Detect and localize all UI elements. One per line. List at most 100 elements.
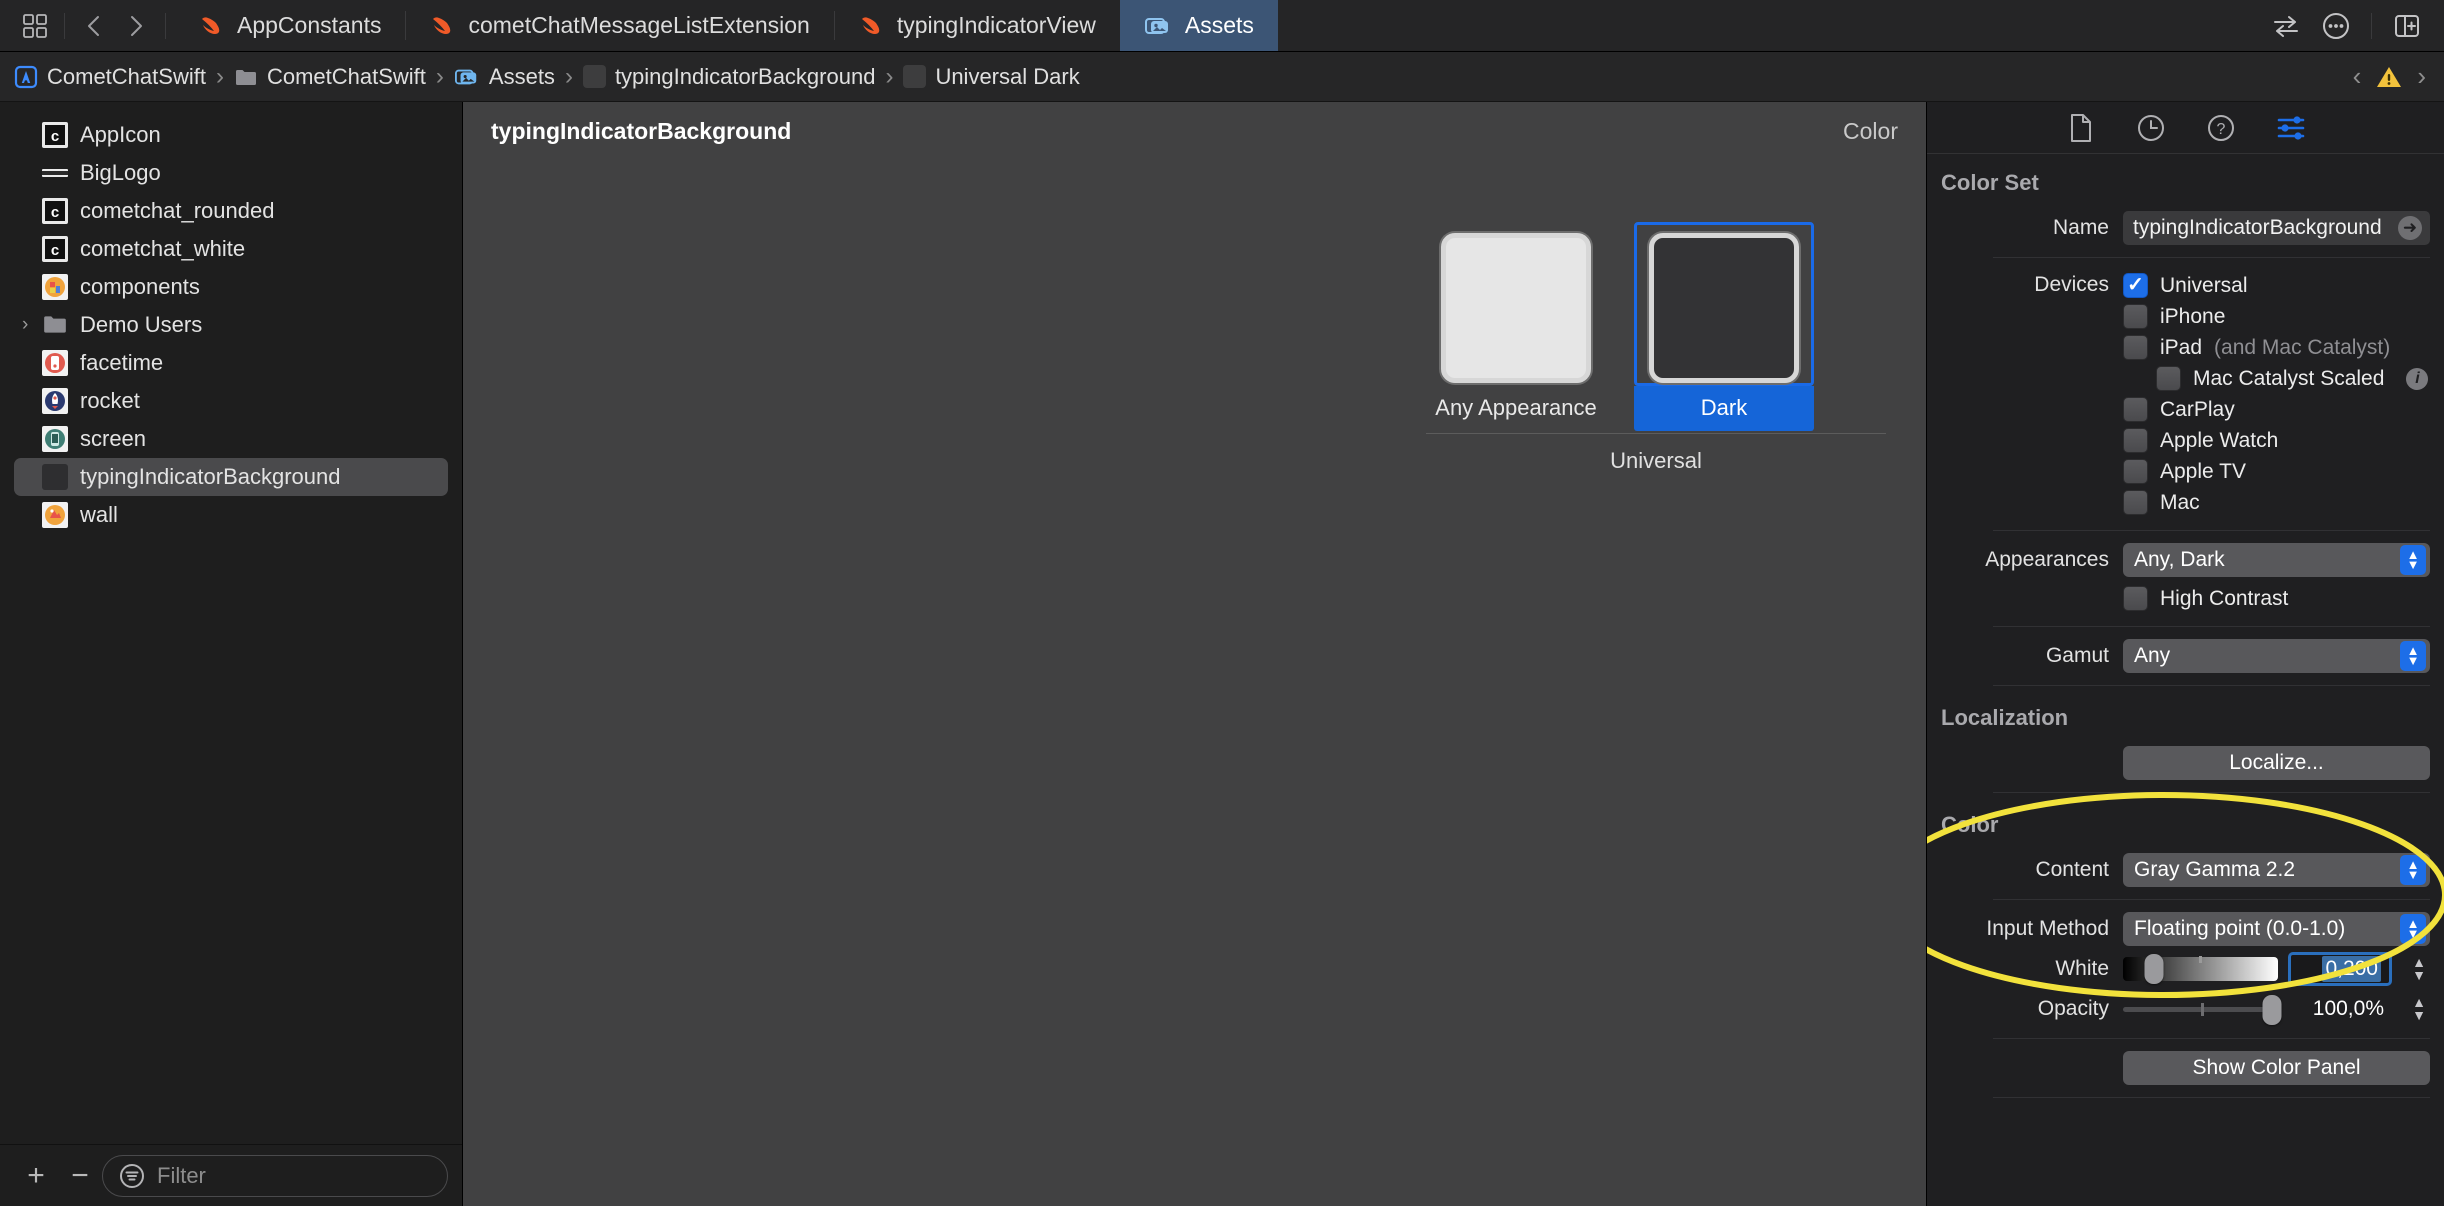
checkbox-icon[interactable] [2123,459,2148,484]
checkbox-icon[interactable] [2123,397,2148,422]
asset-item-appicon[interactable]: c AppIcon [14,116,448,154]
asset-list: c AppIcon BigLogo c cometchat_rounded [0,102,462,1144]
checkbox-icon[interactable] [2123,586,2148,611]
compare-versions-icon[interactable] [2263,4,2309,48]
back-chevron-icon[interactable] [73,5,115,47]
reveal-arrow-icon[interactable]: ➜ [2398,216,2422,240]
chevron-updown-icon[interactable]: ▲▼ [2400,914,2426,944]
device-checkbox-mac-catalyst-scaled[interactable]: Mac Catalyst Scaled i [2123,363,2428,394]
checkbox-icon[interactable] [2123,273,2148,298]
chevron-updown-icon[interactable]: ▲▼ [2400,641,2426,671]
section-title-color-set: Color Set [1927,160,2444,208]
breadcrumb-item-variant[interactable]: Universal Dark [903,64,1079,90]
appearances-select[interactable]: Any, Dark ▲▼ [2123,543,2430,577]
asset-item-biglogo[interactable]: BigLogo [14,154,448,192]
more-options-icon[interactable] [2313,4,2359,48]
svg-text:c: c [51,242,59,259]
input-method-select[interactable]: Floating point (0.0-1.0) ▲▼ [2123,912,2430,946]
opacity-value-input[interactable]: 100,0% [2288,992,2392,1026]
device-checkbox-universal[interactable]: Universal [2123,270,2248,301]
warning-triangle-icon[interactable] [2375,64,2403,90]
tab-assets[interactable]: Assets [1120,0,1278,51]
swatch-group-universal: Any Appearance Dark Universal [1426,222,1886,474]
breadcrumb-item-project[interactable]: CometChatSwift [14,64,206,90]
checkbox-icon[interactable] [2156,366,2181,391]
screen-thumbnail [42,426,68,452]
add-asset-button[interactable]: + [14,1154,58,1198]
chevron-right-icon[interactable]: › [22,314,28,336]
device-label: Mac Catalyst Scaled [2193,367,2384,391]
breadcrumb-item-folder[interactable]: CometChatSwift [234,64,426,90]
asset-item-typingindicatorbackground[interactable]: typingIndicatorBackground [14,458,448,496]
tab-appconstants[interactable]: AppConstants [174,0,405,51]
device-checkbox-mac[interactable]: Mac [2123,487,2200,518]
white-value-input[interactable]: 0,200 [2288,952,2392,986]
device-checkbox-apple-watch[interactable]: Apple Watch [2123,425,2278,456]
checkbox-icon[interactable] [2123,490,2148,515]
chevron-updown-icon[interactable]: ▲▼ [2400,545,2426,575]
navigator-toggle-icon[interactable] [14,5,56,47]
slider-tick [2201,1003,2204,1016]
device-checkbox-iphone[interactable]: iPhone [2123,301,2225,332]
breadcrumb-item-colorset[interactable]: typingIndicatorBackground [583,64,876,90]
divider [1993,899,2430,900]
remove-asset-button[interactable]: − [58,1154,102,1198]
device-suffix: (and Mac Catalyst) [2214,336,2390,360]
asset-item-cometchat-rounded[interactable]: c cometchat_rounded [14,192,448,230]
asset-item-facetime[interactable]: facetime [14,344,448,382]
checkbox-icon[interactable] [2123,335,2148,360]
chevron-updown-icon[interactable]: ▲▼ [2400,855,2426,885]
divider [165,13,166,39]
color-chip[interactable] [1441,233,1591,383]
asset-item-cometchat-white[interactable]: c cometchat_white [14,230,448,268]
info-icon[interactable]: i [2406,368,2428,390]
name-input[interactable]: typingIndicatorBackground ➜ [2123,211,2430,245]
tab-cometchatmessagelistextension[interactable]: cometChatMessageListExtension [405,0,833,51]
swift-icon [198,13,224,39]
attributes-inspector-icon[interactable] [2274,111,2308,145]
asset-item-wall[interactable]: wall [14,496,448,534]
content-select[interactable]: Gray Gamma 2.2 ▲▼ [2123,853,2430,887]
opacity-slider-track[interactable] [2123,1007,2278,1012]
device-checkbox-carplay[interactable]: CarPlay [2123,394,2235,425]
inspector-toggle-icon[interactable] [2384,4,2430,48]
tab-label: Assets [1185,12,1254,39]
tab-label: typingIndicatorView [897,12,1096,39]
checkbox-icon[interactable] [2123,428,2148,453]
file-inspector-icon[interactable] [2064,111,2098,145]
breadcrumb-item-assets[interactable]: Assets [454,64,555,90]
asset-item-components[interactable]: components [14,268,448,306]
gamut-select[interactable]: Any ▲▼ [2123,639,2430,673]
input-method-label: Input Method [1927,917,2123,941]
breadcrumb-status-controls: ‹ › [2353,61,2444,92]
issue-next-button[interactable]: › [2417,61,2426,92]
slider-knob[interactable] [2145,954,2164,984]
tab-typingindicatorview[interactable]: typingIndicatorView [834,0,1120,51]
opacity-stepper[interactable]: ▲▼ [2408,992,2430,1026]
device-checkbox-apple-tv[interactable]: Apple TV [2123,456,2246,487]
asset-item-rocket[interactable]: rocket [14,382,448,420]
issue-prev-button[interactable]: ‹ [2353,61,2362,92]
row-opacity: Opacity 100,0% ▲▼ [1927,989,2444,1029]
forward-chevron-icon[interactable] [115,5,157,47]
history-inspector-icon[interactable] [2134,111,2168,145]
white-stepper[interactable]: ▲▼ [2408,952,2430,986]
slider-knob[interactable] [2262,995,2281,1025]
show-color-panel-button[interactable]: Show Color Panel [2123,1051,2430,1085]
device-checkbox-ipad[interactable]: iPad (and Mac Catalyst) [2123,332,2390,363]
quick-help-icon[interactable]: ? [2204,111,2238,145]
white-slider-track[interactable] [2123,957,2278,981]
asset-item-demo-users[interactable]: › Demo Users [14,306,448,344]
opacity-slider[interactable]: 100,0% ▲▼ [2123,992,2430,1026]
asset-item-screen[interactable]: screen [14,420,448,458]
high-contrast-checkbox[interactable]: High Contrast [2123,583,2288,614]
color-chip[interactable] [1649,233,1799,383]
divider [1993,792,2430,793]
swatch-dark[interactable]: Dark [1634,222,1814,431]
localize-button[interactable]: Localize... [2123,746,2430,780]
swatch-any-appearance[interactable]: Any Appearance [1426,222,1606,431]
checkbox-icon[interactable] [2123,304,2148,329]
filter-input[interactable]: Filter [102,1155,448,1197]
asset-label: facetime [80,350,163,376]
white-slider[interactable]: 0,200 ▲▼ [2123,952,2430,986]
